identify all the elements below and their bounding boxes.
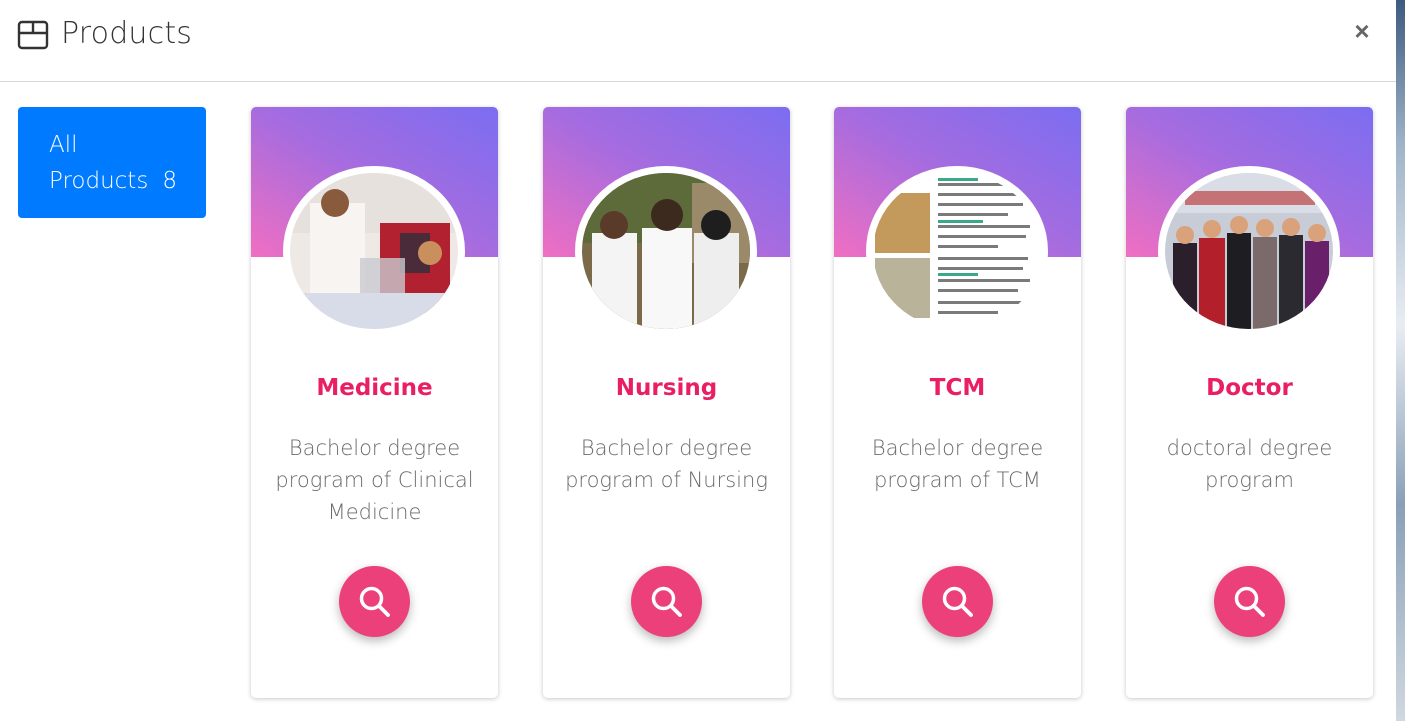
box-icon [17,20,49,50]
card-title: Nursing [615,375,718,401]
card-description: Bachelor degree program of Nursing [565,436,768,492]
search-icon [651,586,682,617]
card-description: Bachelor degree program of Clinical Medi… [275,436,474,524]
card-title: TCM [929,375,986,401]
modal-header: Products × [0,0,1396,82]
view-details-button[interactable] [922,566,993,637]
nurses-photo [575,166,757,336]
graduation-photo [1158,166,1340,336]
close-button[interactable]: × [1350,18,1374,44]
brochure-photo [866,166,1048,336]
card-description: doctoral degree program [1166,436,1333,492]
all-products-count: 8 [162,168,177,194]
product-card-tcm: TCM Bachelor degree program of TCM [834,107,1081,698]
products-modal: Products × All Products 8 Medicine Bachel… [0,0,1396,721]
card-title: Doctor [1206,375,1293,401]
search-icon [359,586,390,617]
product-card-nursing: Nursing Bachelor degree program of Nursi… [543,107,790,698]
background-page-edge [1396,0,1405,721]
all-products-filter[interactable]: All Products 8 [18,107,206,218]
students-lab-photo [283,166,465,336]
search-icon [942,586,973,617]
search-icon [1234,586,1265,617]
card-description: Bachelor degree program of TCM [871,436,1044,492]
modal-title: Products [61,16,193,51]
product-card-doctor: Doctor doctoral degree program [1126,107,1373,698]
view-details-button[interactable] [631,566,702,637]
view-details-button[interactable] [1214,566,1285,637]
product-card-medicine: Medicine Bachelor degree program of Clin… [251,107,498,698]
card-title: Medicine [316,375,433,401]
all-products-label: All Products [49,132,149,194]
view-details-button[interactable] [339,566,410,637]
